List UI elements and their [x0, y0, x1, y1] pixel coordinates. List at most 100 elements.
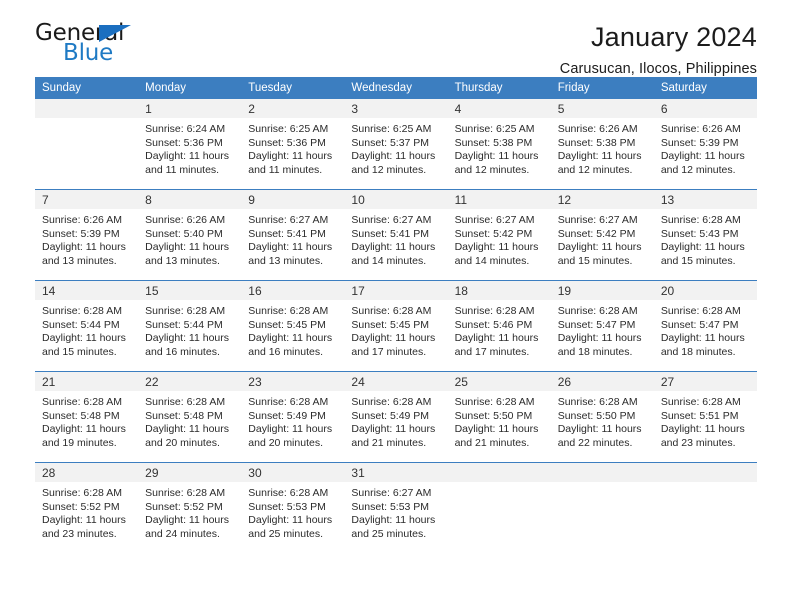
calendar-day-cell[interactable]: 24 Sunrise: 6:28 AM Sunset: 5:49 PM Dayligh…: [344, 371, 448, 463]
sunset-text: Sunset: 5:39 PM: [42, 227, 120, 240]
day-details: Sunrise: 6:25 AM Sunset: 5:36 PM Daylight:…: [241, 118, 344, 177]
daylight-text-line2: and 22 minutes.: [557, 436, 633, 449]
calendar-day-cell[interactable]: 11 Sunrise: 6:27 AM Sunset: 5:42 PM Dayligh…: [447, 189, 551, 281]
daylight-text-line2: and 13 minutes.: [248, 254, 323, 267]
day-number: 1: [138, 99, 242, 118]
daylight-text-line1: Daylight: 11 hours: [660, 332, 745, 345]
sunrise-text: Sunrise: 6:28 AM: [454, 305, 535, 317]
calendar-week-row: 28 Sunrise: 6:28 AM Sunset: 5:52 PM Dayligh…: [35, 462, 757, 553]
day-number: 16: [241, 281, 345, 300]
calendar-day-cell[interactable]: 22 Sunrise: 6:28 AM Sunset: 5:48 PM Dayligh…: [138, 371, 242, 463]
calendar-day-cell[interactable]: 21 Sunrise: 6:28 AM Sunset: 5:48 PM Dayligh…: [35, 371, 139, 463]
calendar-day-cell[interactable]: 14 Sunrise: 6:28 AM Sunset: 5:44 PM Dayligh…: [35, 280, 139, 372]
daylight-text-line1: Daylight: 11 hours: [42, 423, 126, 436]
daylight-text-line2: and 18 minutes.: [557, 345, 633, 358]
sunset-text: Sunset: 5:48 PM: [42, 409, 120, 422]
calendar-day-cell[interactable]: 3 Sunrise: 6:25 AM Sunset: 5:37 PM Daylight…: [344, 99, 448, 190]
sunset-text: Sunset: 5:38 PM: [454, 136, 533, 149]
sunset-text: Sunset: 5:37 PM: [351, 136, 430, 149]
calendar-day-cell[interactable]: 26 Sunrise: 6:28 AM Sunset: 5:50 PM Dayligh…: [550, 371, 654, 463]
calendar-day-cell[interactable]: 31 Sunrise: 6:27 AM Sunset: 5:53 PM Dayligh…: [344, 462, 448, 553]
weekday-header-monday: Monday: [138, 77, 242, 99]
calendar-day-cell[interactable]: 25 Sunrise: 6:28 AM Sunset: 5:50 PM Dayligh…: [447, 371, 551, 463]
day-number: 24: [344, 372, 448, 391]
calendar-empty-cell: [550, 462, 654, 553]
daylight-text-line2: and 13 minutes.: [145, 254, 220, 267]
calendar-day-cell[interactable]: 29 Sunrise: 6:28 AM Sunset: 5:52 PM Dayligh…: [138, 462, 242, 553]
calendar-day-cell[interactable]: 17 Sunrise: 6:28 AM Sunset: 5:45 PM Dayligh…: [344, 280, 448, 372]
sunset-text: Sunset: 5:42 PM: [557, 227, 636, 240]
day-details: Sunrise: 6:28 AM Sunset: 5:48 PM Daylight:…: [35, 391, 138, 450]
sunrise-text: Sunrise: 6:28 AM: [248, 396, 329, 408]
sunset-text: Sunset: 5:47 PM: [660, 318, 739, 331]
daylight-text-line2: and 17 minutes.: [454, 345, 530, 358]
sunset-text: Sunset: 5:39 PM: [660, 136, 739, 149]
calendar-week-row: 7 Sunrise: 6:26 AM Sunset: 5:39 PM Daylight…: [35, 189, 757, 281]
calendar-week-row: 14 Sunrise: 6:28 AM Sunset: 5:44 PM Dayligh…: [35, 280, 757, 372]
daylight-text-line1: Daylight: 11 hours: [660, 241, 745, 254]
calendar-day-cell[interactable]: 1 Sunrise: 6:24 AM Sunset: 5:36 PM Daylight…: [138, 99, 242, 190]
calendar-day-cell[interactable]: 23 Sunrise: 6:28 AM Sunset: 5:49 PM Dayligh…: [241, 371, 345, 463]
sunrise-text: Sunrise: 6:27 AM: [248, 214, 329, 226]
sunrise-text: Sunrise: 6:26 AM: [557, 123, 638, 135]
daylight-text-line2: and 15 minutes.: [42, 345, 117, 358]
daylight-text-line2: and 15 minutes.: [660, 254, 736, 267]
daylight-text-line1: Daylight: 11 hours: [248, 423, 333, 436]
day-number: 12: [550, 190, 654, 209]
day-number: 25: [447, 372, 551, 391]
calendar-day-cell[interactable]: 2 Sunrise: 6:25 AM Sunset: 5:36 PM Daylight…: [241, 99, 345, 190]
daylight-text-line2: and 14 minutes.: [454, 254, 530, 267]
sunset-text: Sunset: 5:45 PM: [248, 318, 326, 331]
calendar-day-cell[interactable]: 8 Sunrise: 6:26 AM Sunset: 5:40 PM Daylight…: [138, 189, 242, 281]
sunset-text: Sunset: 5:36 PM: [145, 136, 223, 149]
daylight-text-line1: Daylight: 11 hours: [454, 150, 539, 163]
calendar-day-cell[interactable]: 15 Sunrise: 6:28 AM Sunset: 5:44 PM Dayligh…: [138, 280, 242, 372]
weekday-header-sunday: Sunday: [35, 77, 139, 99]
calendar-day-cell[interactable]: 5 Sunrise: 6:26 AM Sunset: 5:38 PM Daylight…: [550, 99, 654, 190]
calendar-day-cell[interactable]: 6 Sunrise: 6:26 AM Sunset: 5:39 PM Daylight…: [653, 99, 757, 190]
daylight-text-line2: and 25 minutes.: [248, 527, 323, 540]
calendar-day-cell[interactable]: 30 Sunrise: 6:28 AM Sunset: 5:53 PM Dayligh…: [241, 462, 345, 553]
daylight-text-line2: and 11 minutes.: [248, 163, 323, 176]
sunrise-text: Sunrise: 6:25 AM: [454, 123, 535, 135]
daylight-text-line2: and 15 minutes.: [557, 254, 633, 267]
calendar-day-cell[interactable]: 20 Sunrise: 6:28 AM Sunset: 5:47 PM Dayligh…: [653, 280, 757, 372]
sunrise-text: Sunrise: 6:28 AM: [42, 396, 122, 408]
daylight-text-line1: Daylight: 11 hours: [454, 241, 539, 254]
calendar-day-cell[interactable]: 28 Sunrise: 6:28 AM Sunset: 5:52 PM Dayligh…: [35, 462, 139, 553]
day-details: Sunrise: 6:28 AM Sunset: 5:49 PM Daylight:…: [344, 391, 447, 450]
calendar-day-cell[interactable]: 16 Sunrise: 6:28 AM Sunset: 5:45 PM Dayligh…: [241, 280, 345, 372]
day-details: Sunrise: 6:25 AM Sunset: 5:37 PM Daylight:…: [344, 118, 447, 177]
day-details: Sunrise: 6:28 AM Sunset: 5:43 PM Daylight:…: [654, 209, 757, 268]
sunset-text: Sunset: 5:41 PM: [248, 227, 326, 240]
daylight-text-line2: and 19 minutes.: [42, 436, 117, 449]
daylight-text-line2: and 25 minutes.: [351, 527, 427, 540]
sunset-text: Sunset: 5:53 PM: [351, 500, 430, 513]
sunrise-text: Sunrise: 6:27 AM: [557, 214, 638, 226]
day-number: 20: [653, 281, 757, 300]
day-number: 18: [447, 281, 551, 300]
day-number: 15: [138, 281, 242, 300]
general-blue-logo[interactable]: General Blue: [35, 22, 165, 68]
sunset-text: Sunset: 5:50 PM: [557, 409, 636, 422]
daylight-text-line1: Daylight: 11 hours: [248, 332, 333, 345]
daylight-text-line2: and 21 minutes.: [454, 436, 530, 449]
daylight-text-line2: and 24 minutes.: [145, 527, 220, 540]
day-details: Sunrise: 6:28 AM Sunset: 5:53 PM Daylight:…: [241, 482, 344, 541]
calendar-day-cell[interactable]: 18 Sunrise: 6:28 AM Sunset: 5:46 PM Dayligh…: [447, 280, 551, 372]
calendar-day-cell[interactable]: 9 Sunrise: 6:27 AM Sunset: 5:41 PM Daylight…: [241, 189, 345, 281]
sunrise-text: Sunrise: 6:25 AM: [351, 123, 432, 135]
calendar-day-cell[interactable]: 13 Sunrise: 6:28 AM Sunset: 5:43 PM Dayligh…: [653, 189, 757, 281]
calendar-day-cell[interactable]: 27 Sunrise: 6:28 AM Sunset: 5:51 PM Dayligh…: [653, 371, 757, 463]
calendar-day-cell[interactable]: 19 Sunrise: 6:28 AM Sunset: 5:47 PM Dayligh…: [550, 280, 654, 372]
calendar-day-cell[interactable]: 7 Sunrise: 6:26 AM Sunset: 5:39 PM Daylight…: [35, 189, 139, 281]
day-number: 10: [344, 190, 448, 209]
day-details: Sunrise: 6:28 AM Sunset: 5:47 PM Daylight:…: [654, 300, 757, 359]
calendar-day-cell[interactable]: 4 Sunrise: 6:25 AM Sunset: 5:38 PM Daylight…: [447, 99, 551, 190]
daylight-text-line2: and 11 minutes.: [145, 163, 220, 176]
calendar-day-cell[interactable]: 12 Sunrise: 6:27 AM Sunset: 5:42 PM Dayligh…: [550, 189, 654, 281]
daylight-text-line1: Daylight: 11 hours: [248, 150, 333, 163]
sunset-text: Sunset: 5:53 PM: [248, 500, 326, 513]
calendar-day-cell[interactable]: 10 Sunrise: 6:27 AM Sunset: 5:41 PM Dayligh…: [344, 189, 448, 281]
day-details: Sunrise: 6:28 AM Sunset: 5:52 PM Daylight:…: [35, 482, 138, 541]
